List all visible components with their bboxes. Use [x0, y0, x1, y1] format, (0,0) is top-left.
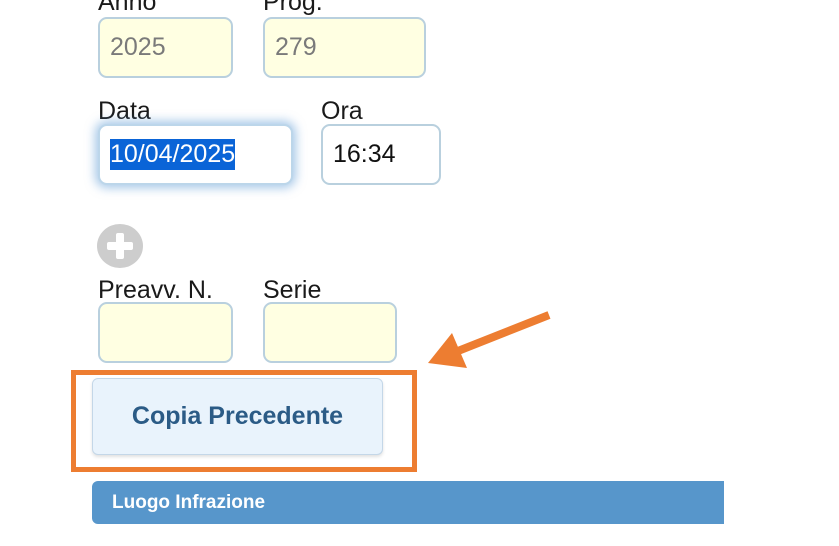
anno-field[interactable]: 2025 — [98, 17, 233, 78]
annotation-arrow-icon — [428, 311, 551, 368]
data-label: Data — [98, 97, 151, 125]
luogo-infrazione-title: Luogo Infrazione — [112, 491, 266, 513]
serie-label: Serie — [263, 276, 322, 304]
data-value: 10/04/2025 — [110, 139, 236, 170]
plus-circle-icon[interactable] — [97, 224, 143, 268]
luogo-infrazione-section-header[interactable]: Luogo Infrazione — [92, 481, 724, 524]
preavviso-label: Preavv. N. — [98, 276, 213, 304]
ora-value: 16:34 — [333, 140, 396, 168]
prog-field[interactable]: 279 — [263, 17, 426, 78]
anno-value: 2025 — [110, 33, 166, 61]
copia-precedente-label: Copia Precedente — [131, 402, 344, 430]
anno-label: Anno — [98, 0, 157, 16]
serie-field[interactable] — [263, 302, 397, 363]
ora-label: Ora — [321, 97, 363, 125]
form-panel: Anno Prog. 2025 279 Data Ora 10/04/2025 … — [0, 0, 839, 546]
prog-label: Prog. — [263, 0, 323, 16]
data-field[interactable]: 10/04/2025 — [98, 124, 293, 185]
preavviso-field[interactable] — [98, 302, 233, 363]
ora-field[interactable]: 16:34 — [321, 124, 441, 185]
prog-value: 279 — [275, 33, 317, 61]
copia-precedente-button[interactable]: Copia Precedente — [92, 378, 383, 455]
